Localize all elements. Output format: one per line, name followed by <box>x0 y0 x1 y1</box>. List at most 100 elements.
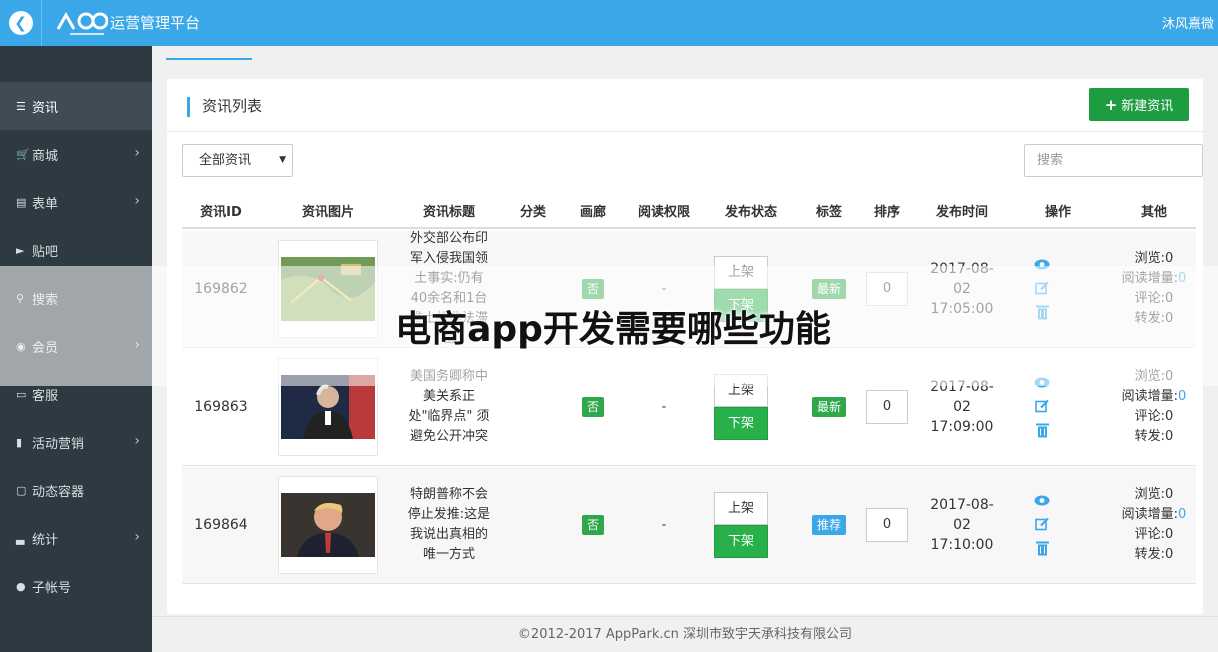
sidebar-item-label: 商城 <box>32 148 59 164</box>
search-input[interactable] <box>1024 144 1203 177</box>
watermark-caption: 电商app开发需要哪些功能 <box>395 309 831 350</box>
col-header-title: 资讯标题 <box>422 205 476 220</box>
col-header-time[interactable]: 发布时间 <box>936 201 988 220</box>
news-id: 169863 <box>194 399 248 415</box>
edit-icon[interactable] <box>1035 281 1049 295</box>
chevron-right-icon: › <box>134 145 140 161</box>
sidebar-item-label: 客服 <box>32 388 59 404</box>
sidebar-item-label: 统计 <box>32 532 59 548</box>
cart-icon: 🛒 <box>16 147 30 161</box>
read-permission: - <box>661 281 667 297</box>
user-icon: ● <box>16 579 26 593</box>
sidebar-item-label: 贴吧 <box>32 244 59 260</box>
col-header-tag: 标签 <box>815 205 843 220</box>
sidebar-item-label: 子帐号 <box>32 580 72 596</box>
bookmark-icon: ▮ <box>16 435 23 449</box>
footer-copyright: ©2012-2017 AppPark.cn 深圳市致宇天承科技有限公司 <box>152 616 1218 652</box>
table-row: 169863 美国务卿称中 美关系正 处"临界点" 须 避免公开冲突 否 - 上… <box>182 349 1196 466</box>
panel-title: 资讯列表 <box>187 97 262 117</box>
edit-icon[interactable] <box>1035 399 1049 413</box>
col-header-permission: 阅读权限 <box>637 205 691 220</box>
filter-selected-value: 全部资讯 <box>199 153 252 168</box>
sidebar-item-label: 动态容器 <box>32 484 85 500</box>
list-icon: ☰ <box>16 99 26 113</box>
delete-trash-icon[interactable] <box>1035 541 1049 556</box>
bar-chart-icon: ▃ <box>16 531 25 545</box>
back-button[interactable]: ❮ <box>0 0 42 46</box>
col-header-image: 资讯图片 <box>301 205 355 220</box>
chevron-right-icon: › <box>134 193 140 209</box>
news-thumbnail-photo <box>281 493 375 557</box>
edit-icon[interactable] <box>1035 517 1049 531</box>
sidebar-item-label: 活动营销 <box>32 436 85 452</box>
sidebar-item-label: 表单 <box>32 196 59 212</box>
read-permission: - <box>661 517 667 533</box>
row-actions <box>1034 495 1050 556</box>
col-header-category: 分类 <box>519 205 547 220</box>
col-header-sort[interactable]: 排序 <box>874 201 900 220</box>
sidebar-item-mall[interactable]: 🛒 商城 › <box>0 130 152 178</box>
sidebar-item-label: 资讯 <box>32 100 59 116</box>
publish-status-group: 上架 下架 <box>714 492 768 558</box>
news-image-cell <box>278 358 378 456</box>
sort-order-input[interactable]: 0 <box>866 390 908 424</box>
sidebar-item-containers[interactable]: ▢ 动态容器 <box>0 466 152 514</box>
table-header: 资讯ID 资讯图片 资讯标题 分类 画廊 阅读权限 发布状态 标签 排序 发布时… <box>182 189 1196 229</box>
view-eye-icon[interactable] <box>1034 259 1050 271</box>
news-thumbnail-frame[interactable] <box>278 358 378 456</box>
col-header-status: 发布状态 <box>724 205 778 220</box>
news-id: 169864 <box>194 517 248 533</box>
read-permission: - <box>661 399 667 415</box>
category-filter-select[interactable]: 全部资讯 ▼ <box>182 144 293 177</box>
publish-time: 2017-08- 02 17:09:00 <box>930 379 994 435</box>
app-title: 运营管理平台 <box>110 14 201 32</box>
table-row: 169864 特朗普称不会 停止发推:这是 我说出真相的 唯一方式 否 - 上架… <box>182 467 1196 584</box>
sidebar-item-support[interactable]: ▭ 客服 <box>0 370 152 418</box>
new-news-label: 新建资讯 <box>1121 99 1174 114</box>
panel-divider <box>167 131 1203 132</box>
gallery-badge: 否 <box>581 279 605 299</box>
sort-order-input[interactable]: 0 <box>866 508 908 542</box>
plus-icon: + <box>1104 95 1118 114</box>
publish-down-button[interactable]: 下架 <box>714 407 768 440</box>
container-icon: ▢ <box>16 483 27 497</box>
publish-up-button[interactable]: 上架 <box>714 256 768 289</box>
back-arrow-icon: ❮ <box>8 11 33 35</box>
view-eye-icon[interactable] <box>1034 495 1050 507</box>
news-thumbnail-photo <box>281 375 375 439</box>
top-bar: ❮ 运营管理平台 沐风熹微 <box>0 0 1218 46</box>
news-thumbnail-frame[interactable] <box>278 476 378 574</box>
sidebar-item-news[interactable]: ☰ 资讯 <box>0 82 152 130</box>
news-id: 169862 <box>194 281 248 297</box>
sidebar-item-forum[interactable]: ► 贴吧 <box>0 226 152 274</box>
row-stats: 浏览:0 阅读增量:0 评论:0 转发:0 <box>1121 487 1187 562</box>
tag-badge: 最新 <box>811 279 847 299</box>
publish-up-button[interactable]: 上架 <box>714 374 768 407</box>
chat-icon: ▭ <box>16 387 27 401</box>
megaphone-icon: ► <box>16 243 25 257</box>
publish-down-button[interactable]: 下架 <box>714 525 768 558</box>
publish-up-button[interactable]: 上架 <box>714 492 768 525</box>
delete-trash-icon[interactable] <box>1035 423 1049 438</box>
col-header-gallery: 画廊 <box>579 205 607 220</box>
news-title[interactable]: 特朗普称不会 停止发推:这是 我说出真相的 唯一方式 <box>403 485 495 565</box>
new-news-button[interactable]: + 新建资讯 <box>1089 88 1189 121</box>
chevron-right-icon: › <box>134 529 140 545</box>
view-eye-icon[interactable] <box>1034 377 1050 389</box>
news-title[interactable]: 美国务卿称中 美关系正 处"临界点" 须 避免公开冲突 <box>403 367 495 447</box>
sidebar-item-marketing[interactable]: ▮ 活动营销 › <box>0 418 152 466</box>
col-header-id[interactable]: 资讯ID <box>200 201 242 220</box>
sidebar-item-forms[interactable]: ▤ 表单 › <box>0 178 152 226</box>
sidebar-item-subaccounts[interactable]: ● 子帐号 <box>0 562 152 610</box>
user-name[interactable]: 沐风熹微 <box>1162 13 1214 32</box>
gallery-badge: 否 <box>581 515 605 535</box>
apppark-logo <box>56 11 108 35</box>
sidebar-item-stats[interactable]: ▃ 统计 › <box>0 514 152 562</box>
active-tab-indicator <box>166 58 252 60</box>
publish-time: 2017-08- 02 17:10:00 <box>930 497 994 553</box>
tag-badge: 推荐 <box>811 515 847 535</box>
chevron-right-icon: › <box>134 433 140 449</box>
col-header-actions: 操作 <box>1044 205 1072 220</box>
gallery-badge: 否 <box>581 397 605 417</box>
